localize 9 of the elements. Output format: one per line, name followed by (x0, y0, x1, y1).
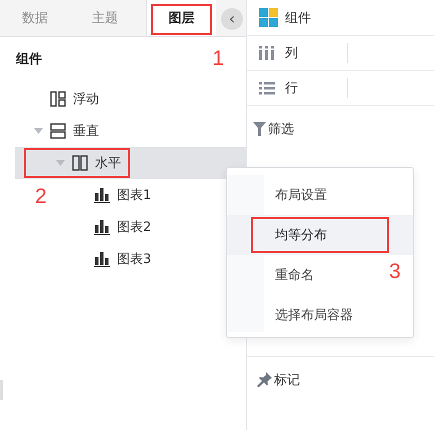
shelf-label: 行 (285, 80, 298, 97)
annotation-number: 2 (35, 185, 47, 209)
section-label: 筛选 (268, 120, 294, 138)
shelf-label: 列 (285, 45, 298, 62)
panel-title: 组件 (16, 51, 42, 68)
section-label: 标记 (274, 372, 300, 388)
shelf-label: 组件 (285, 10, 311, 26)
annotation-number: 3 (389, 260, 401, 284)
annotation-number: 1 (212, 47, 224, 71)
